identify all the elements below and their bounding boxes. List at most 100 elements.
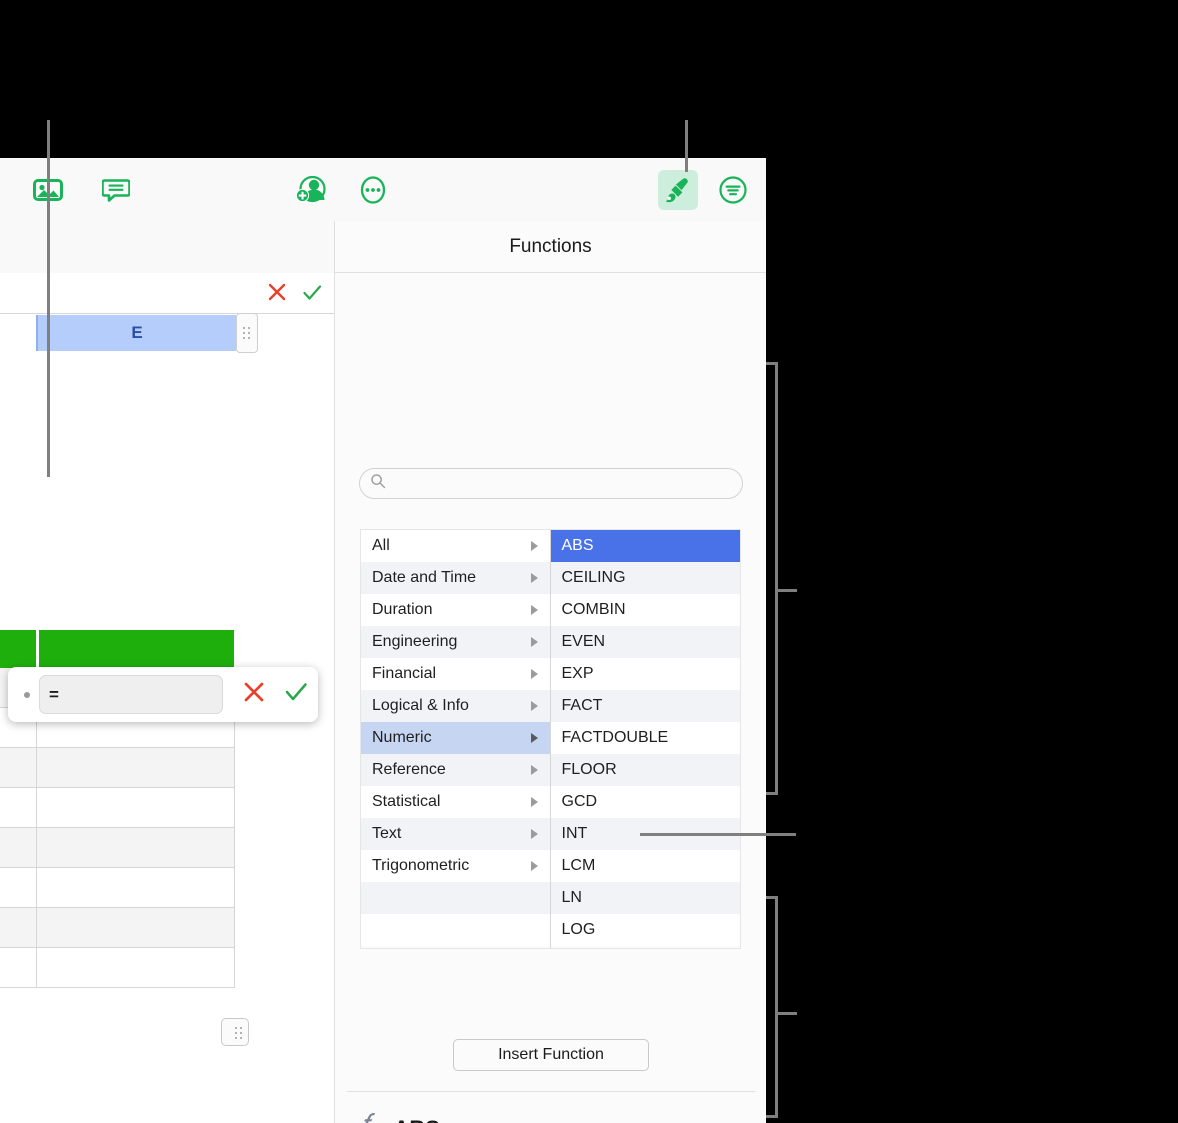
function-item-fact[interactable]: FACT	[550, 690, 740, 722]
spreadsheet-area: E =	[0, 221, 334, 1123]
category-item-duration[interactable]: Duration	[361, 594, 550, 626]
category-label: Duration	[372, 601, 433, 618]
function-item-combin[interactable]: COMBIN	[550, 594, 740, 626]
table-row[interactable]	[0, 788, 234, 828]
formula-bar-cancel-button[interactable]	[266, 281, 288, 308]
category-item-numeric[interactable]: Numeric	[361, 722, 550, 754]
function-detail-callout-bar	[775, 896, 778, 1118]
function-label: FLOOR	[561, 761, 617, 778]
category-list: All Date and Time Duration Engineering F…	[361, 530, 551, 948]
category-label: Date and Time	[372, 569, 477, 586]
cell-divider	[36, 748, 37, 787]
category-item-trigonometric[interactable]: Trigonometric	[361, 850, 550, 882]
chevron-right-icon	[530, 733, 538, 743]
category-item-text[interactable]: Text	[361, 818, 550, 850]
function-item-lcm[interactable]: LCM	[550, 850, 740, 882]
category-item-date-and-time[interactable]: Date and Time	[361, 562, 550, 594]
function-item-exp[interactable]: EXP	[550, 658, 740, 690]
column-resize-handle[interactable]	[236, 313, 258, 353]
table-row[interactable]	[0, 908, 234, 948]
function-item-abs[interactable]: ABS	[550, 530, 740, 562]
category-item-financial[interactable]: Financial	[361, 658, 550, 690]
function-browser-callout-bottom	[766, 792, 778, 795]
function-label: EVEN	[561, 633, 606, 650]
chevron-right-icon	[530, 541, 538, 551]
table-resize-handle[interactable]	[221, 1018, 249, 1046]
function-search-field[interactable]	[359, 468, 743, 499]
function-detail-name: ABS	[393, 1116, 439, 1123]
function-item-log[interactable]: LOG	[550, 914, 740, 946]
function-browser-callout-top	[766, 362, 778, 365]
function-item-factdouble[interactable]: FACTDOUBLE	[550, 722, 740, 754]
function-item-ceiling[interactable]: CEILING	[550, 562, 740, 594]
grip-dots-icon	[235, 1027, 243, 1040]
formula-cancel-button[interactable]	[241, 679, 267, 710]
table-row[interactable]	[0, 828, 234, 868]
function-label: LCM	[561, 857, 596, 874]
chevron-right-icon	[530, 829, 538, 839]
green-row-divider	[36, 630, 39, 668]
function-item-ln[interactable]: LN	[550, 882, 740, 914]
formula-editor-bullet	[24, 691, 30, 698]
category-label: Logical & Info	[372, 697, 469, 714]
function-browser-callout-bar	[775, 362, 778, 795]
cell-divider	[36, 788, 37, 827]
formula-accept-button[interactable]	[283, 679, 309, 710]
collaborate-button[interactable]	[291, 170, 331, 210]
category-item-reference[interactable]: Reference	[361, 754, 550, 786]
chevron-right-icon	[530, 765, 538, 775]
comment-icon	[102, 177, 130, 203]
formula-bar	[0, 273, 334, 314]
panel-title: Functions	[335, 221, 766, 273]
search-icon	[360, 473, 386, 494]
function-label: ABS	[561, 537, 594, 554]
function-detail-header: 𝑓x ABS	[359, 1111, 749, 1123]
category-item-engineering[interactable]: Engineering	[361, 626, 550, 658]
table-row[interactable]	[0, 868, 234, 908]
comment-button[interactable]	[96, 170, 136, 210]
formula-bar-accept-button[interactable]	[301, 282, 323, 309]
category-label: All	[372, 537, 390, 554]
table-row[interactable]	[0, 748, 234, 788]
chevron-right-icon	[530, 637, 538, 647]
chevron-right-icon	[530, 605, 538, 615]
more-icon	[359, 176, 387, 204]
category-label: Reference	[372, 761, 446, 778]
cell-divider	[36, 868, 37, 907]
cell-divider	[36, 908, 37, 947]
fx-icon: 𝑓x	[359, 1111, 379, 1123]
category-label: Statistical	[372, 793, 441, 810]
formula-input[interactable]: =	[39, 675, 223, 714]
function-label: LN	[561, 889, 582, 906]
function-label: INT	[561, 825, 588, 842]
format-button-callout	[685, 120, 688, 172]
category-item-statistical[interactable]: Statistical	[361, 786, 550, 818]
grip-dots-icon	[243, 326, 251, 340]
functions-panel: Functions All Date and Time Duration Eng…	[334, 221, 766, 1123]
category-label: Engineering	[372, 633, 458, 650]
formula-input-value: =	[49, 684, 59, 704]
function-item-gcd[interactable]: GCD	[550, 786, 740, 818]
category-item-all[interactable]: All	[361, 530, 550, 562]
function-item-floor[interactable]: FLOOR	[550, 754, 740, 786]
function-detail-callout-bottom	[766, 1115, 778, 1118]
category-list-filler	[361, 914, 550, 946]
format-button[interactable]	[658, 170, 698, 210]
function-list: ABS CEILING COMBIN EVEN EXP FACT FACTDOU…	[550, 530, 740, 948]
insert-function-label: Insert Function	[498, 1046, 604, 1063]
insert-function-button[interactable]: Insert Function	[453, 1039, 649, 1071]
formula-editor-callout	[47, 120, 50, 477]
more-button[interactable]	[353, 170, 393, 210]
function-label: LOG	[561, 921, 596, 938]
table-row[interactable]	[0, 948, 234, 988]
function-item-even[interactable]: EVEN	[550, 626, 740, 658]
function-detail: 𝑓x ABS The ABS function returns the abso…	[359, 1111, 749, 1123]
category-item-logical-info[interactable]: Logical & Info	[361, 690, 550, 722]
function-detail-callout-stem	[775, 1012, 797, 1015]
category-label: Numeric	[372, 729, 432, 746]
toolbar	[0, 158, 766, 222]
column-header-e[interactable]: E	[36, 315, 236, 351]
organize-button[interactable]	[713, 170, 753, 210]
function-browser: All Date and Time Duration Engineering F…	[360, 529, 741, 949]
screenshot-root: E = Functions All Date and Time Duration…	[0, 0, 1178, 1123]
